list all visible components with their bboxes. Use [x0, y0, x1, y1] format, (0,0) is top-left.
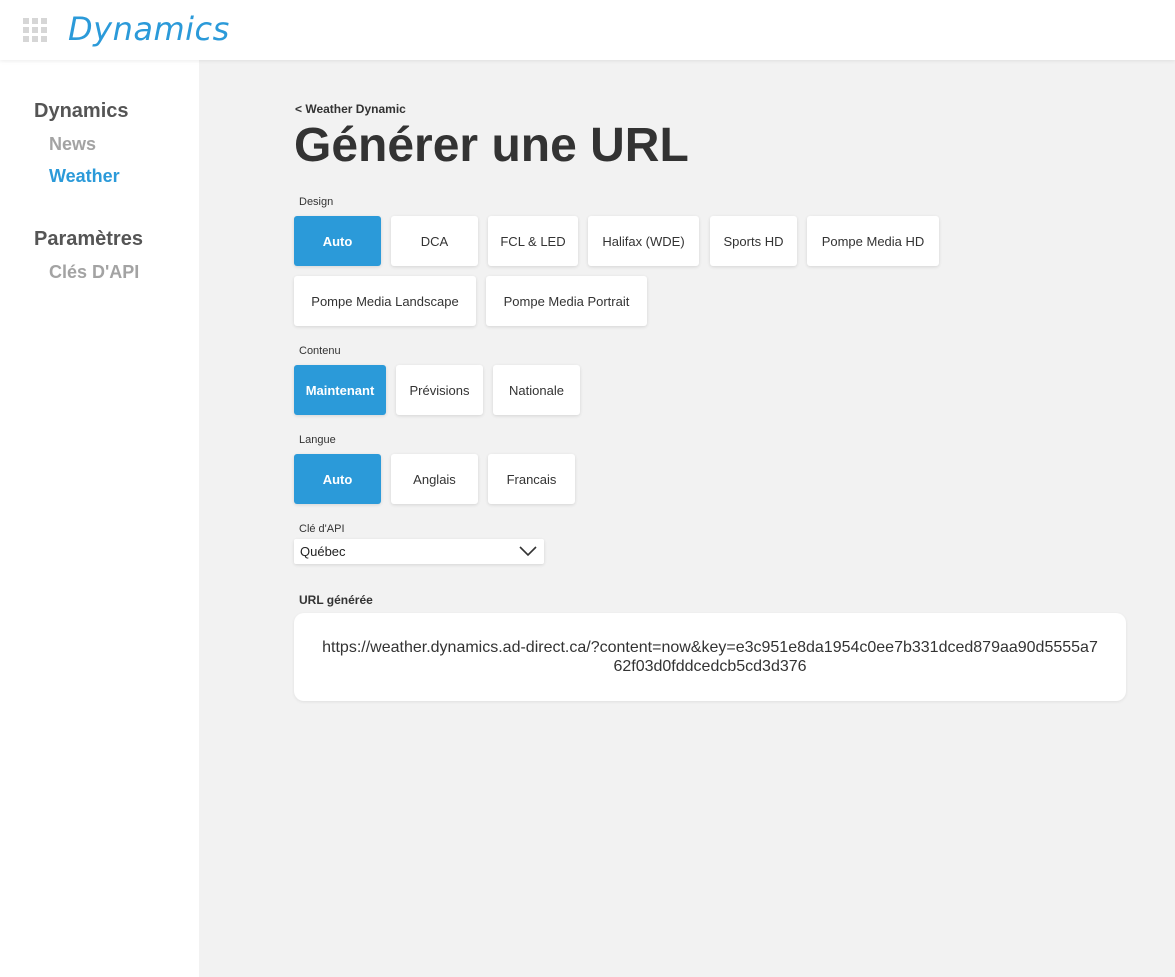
langue-option-francais[interactable]: Francais [488, 454, 575, 504]
sidebar-item-news[interactable]: News [49, 134, 96, 155]
back-link[interactable]: < Weather Dynamic [295, 102, 406, 116]
api-key-selected-value: Québec [300, 544, 346, 559]
design-option-pompe-media-portrait[interactable]: Pompe Media Portrait [486, 276, 647, 326]
langue-label: Langue [299, 434, 336, 446]
top-bar: Dynamics [0, 0, 1175, 60]
chevron-down-icon [519, 546, 537, 557]
design-option-auto[interactable]: Auto [294, 216, 381, 266]
sidebar-item-api-keys[interactable]: Clés D'API [49, 262, 139, 283]
design-option-fcl-led[interactable]: FCL & LED [488, 216, 578, 266]
langue-option-anglais[interactable]: Anglais [391, 454, 478, 504]
langue-option-auto[interactable]: Auto [294, 454, 381, 504]
generated-url-text[interactable]: https://weather.dynamics.ad-direct.ca/?c… [320, 638, 1100, 676]
contenu-option-nationale[interactable]: Nationale [493, 365, 580, 415]
sidebar-item-weather[interactable]: Weather [49, 166, 120, 187]
design-option-dca[interactable]: DCA [391, 216, 478, 266]
design-label: Design [299, 196, 334, 208]
api-key-select[interactable]: Québec [294, 539, 544, 564]
logo[interactable]: Dynamics [68, 10, 230, 48]
contenu-option-previsions[interactable]: Prévisions [396, 365, 483, 415]
sidebar: Dynamics News Weather Paramètres Clés D'… [0, 60, 199, 977]
generated-url-box[interactable]: https://weather.dynamics.ad-direct.ca/?c… [294, 613, 1126, 701]
contenu-option-maintenant[interactable]: Maintenant [294, 365, 386, 415]
page-title: Générer une URL [294, 119, 689, 172]
design-option-pompe-media-landscape[interactable]: Pompe Media Landscape [294, 276, 476, 326]
contenu-label: Contenu [299, 345, 341, 357]
api-key-label: Clé d'API [299, 523, 345, 535]
design-option-pompe-media-hd[interactable]: Pompe Media HD [807, 216, 939, 266]
design-option-halifax-wde[interactable]: Halifax (WDE) [588, 216, 699, 266]
sidebar-section-parametres: Paramètres [34, 228, 143, 250]
sidebar-section-dynamics: Dynamics [34, 100, 129, 122]
generated-url-label: URL générée [299, 593, 373, 607]
design-option-sports-hd[interactable]: Sports HD [710, 216, 797, 266]
app-grid-icon[interactable] [23, 18, 47, 42]
